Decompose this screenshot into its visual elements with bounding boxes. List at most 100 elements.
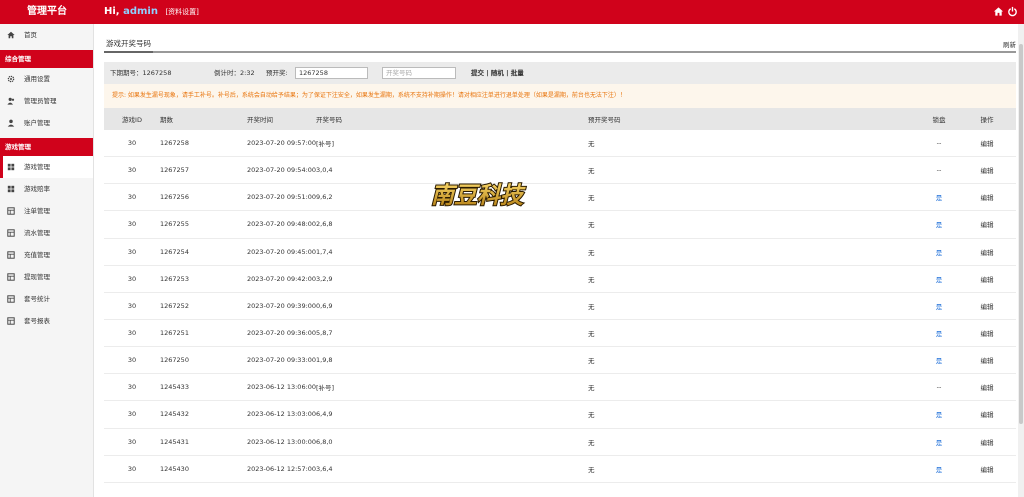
sidebar-section-game[interactable]: 游戏管理: [0, 138, 93, 156]
cell-game-id: 30: [127, 329, 137, 338]
cell-lock[interactable]: 是: [924, 266, 954, 292]
vertical-scrollbar[interactable]: [1018, 24, 1024, 497]
table-row: 30 1267255 2023-07-20 09:48:00 2,6,8 无 是编辑: [104, 211, 1016, 239]
cell-draw-time: 2023-06-12 13:06:00: [247, 383, 317, 392]
tab-bar: 游戏开奖号码 刷新: [104, 36, 1016, 53]
draw-number-input[interactable]: [382, 67, 456, 79]
sidebar-item-label: 提现管理: [24, 273, 50, 281]
cell-issue: 1267251: [160, 329, 189, 338]
cell-lock: --: [936, 383, 942, 392]
cell-edit-link[interactable]: 编辑: [972, 320, 1002, 346]
cell-lock[interactable]: 是: [924, 429, 954, 455]
cell-edit-link[interactable]: 编辑: [972, 266, 1002, 292]
tab-game-draw-numbers[interactable]: 游戏开奖号码: [104, 36, 153, 53]
refresh-link[interactable]: 刷新: [1003, 39, 1016, 49]
grid-icon: [7, 185, 15, 193]
cell-draw-time: 2023-07-20 09:42:00: [247, 274, 317, 283]
cell-issue: 1267254: [160, 247, 189, 256]
cell-lock: --: [936, 166, 942, 175]
cell-draw-number: 1,7,4: [316, 247, 333, 256]
cell-edit-link[interactable]: 编辑: [972, 429, 1002, 455]
col-issue: 期数: [160, 116, 173, 124]
sidebar: 首页 综合管理 通用设置 管理员管理 账户管理 游戏管理 游戏管理 游戏赔率 注…: [0, 24, 94, 497]
cell-game-id: 30: [127, 437, 137, 446]
cell-lock: --: [936, 139, 942, 148]
table-icon: [7, 317, 15, 325]
table-icon: [7, 273, 15, 281]
sidebar-item-recharge-management[interactable]: 充值管理: [0, 244, 93, 266]
cell-issue: 1267258: [160, 139, 189, 148]
cell-preset-number: 无: [588, 357, 595, 366]
sidebar-item-withdraw-management[interactable]: 提现管理: [0, 266, 93, 288]
cell-draw-number: 9,6,2: [316, 193, 333, 202]
col-operation: 操作: [980, 116, 994, 124]
cell-draw-time: 2023-07-20 09:57:00: [247, 139, 317, 148]
cell-lock[interactable]: 是: [924, 184, 954, 210]
cell-edit-link[interactable]: 编辑: [972, 401, 1002, 427]
users-icon: [7, 97, 15, 105]
cell-draw-time: 2023-06-12 13:03:00: [247, 410, 317, 419]
col-preset-number: 预开奖号码: [588, 116, 621, 124]
sidebar-item-label: 首页: [24, 31, 37, 39]
cell-edit-link[interactable]: 编辑: [972, 239, 1002, 265]
cell-draw-number: 6,8,0: [316, 437, 333, 446]
scrollbar-thumb[interactable]: [1019, 44, 1023, 424]
table-body: 30 1267258 2023-07-20 09:57:00 [补号] 无 -- 编辑 30 1…: [104, 130, 1016, 483]
cell-lock[interactable]: 是: [924, 401, 954, 427]
cell-lock[interactable]: 是: [924, 456, 954, 482]
home-icon[interactable]: [993, 6, 1004, 17]
cell-edit-link[interactable]: 编辑: [972, 293, 1002, 319]
cell-edit-link[interactable]: 编辑: [972, 130, 1002, 156]
cell-lock[interactable]: 是: [924, 293, 954, 319]
top-header: 管理平台 Hi, admin [资料设置]: [0, 0, 1024, 24]
cell-edit-link[interactable]: 编辑: [972, 184, 1002, 210]
cell-issue: 1245433: [160, 383, 189, 392]
sidebar-item-game-management[interactable]: 游戏管理: [0, 156, 93, 178]
cell-edit-link[interactable]: 编辑: [972, 347, 1002, 373]
sidebar-item-game-odds[interactable]: 游戏赔率: [0, 178, 93, 200]
table-row: 30 1267250 2023-07-20 09:33:00 1,9,8 无 是编辑: [104, 347, 1016, 375]
username: admin: [123, 6, 158, 17]
sidebar-item-general-settings[interactable]: 通用设置: [0, 68, 93, 90]
cell-lock[interactable]: 是: [924, 211, 954, 237]
sidebar-item-package-stats[interactable]: 套号统计: [0, 288, 93, 310]
sidebar-item-home[interactable]: 首页: [0, 24, 93, 46]
cell-draw-time: 2023-07-20 09:51:00: [247, 193, 317, 202]
submit-random-batch-actions[interactable]: 提交 | 随机 | 批量: [471, 62, 524, 84]
grid-icon: [7, 163, 15, 171]
cell-preset-number: 无: [588, 302, 595, 311]
table-row: 30 1245432 2023-06-12 13:03:00 6,4,9 无 是编辑: [104, 401, 1016, 429]
cell-issue: 1267257: [160, 166, 189, 175]
table-row: 30 1267252 2023-07-20 09:39:00 0,6,9 无 是编辑: [104, 293, 1016, 320]
table-row: 30 1245431 2023-06-12 13:00:00 6,8,0 无 是编辑: [104, 429, 1016, 456]
power-icon[interactable]: [1007, 6, 1018, 17]
sidebar-item-flow-management[interactable]: 流水管理: [0, 222, 93, 244]
profile-settings-link[interactable]: [资料设置]: [165, 8, 198, 16]
cell-draw-number: 6,4,9: [316, 410, 333, 419]
table-icon: [7, 295, 15, 303]
sidebar-item-admin-management[interactable]: 管理员管理: [0, 90, 93, 112]
sidebar-section-general[interactable]: 综合管理: [0, 50, 93, 68]
cell-draw-number: 1,9,8: [316, 356, 333, 365]
cell-draw-time: 2023-06-12 12:57:00: [247, 464, 317, 473]
sidebar-item-package-report[interactable]: 套号报表: [0, 310, 93, 332]
cell-edit-link[interactable]: 编辑: [972, 157, 1002, 183]
col-draw-time: 开奖时间: [247, 116, 273, 124]
cell-draw-number: 3,6,4: [316, 464, 333, 473]
sidebar-item-account-management[interactable]: 账户管理: [0, 112, 93, 134]
sidebar-item-label: 流水管理: [24, 229, 50, 237]
table-header: 游戏ID 期数 开奖时间 开奖号码 预开奖号码 锁盘 操作: [104, 108, 1016, 130]
cell-game-id: 30: [127, 247, 137, 256]
cell-lock[interactable]: 是: [924, 347, 954, 373]
brand-title: 管理平台: [27, 6, 67, 17]
cell-lock[interactable]: 是: [924, 239, 954, 265]
cell-edit-link[interactable]: 编辑: [972, 211, 1002, 237]
sidebar-item-bet-management[interactable]: 注单管理: [0, 200, 93, 222]
cell-lock[interactable]: 是: [924, 320, 954, 346]
cell-edit-link[interactable]: 编辑: [972, 374, 1002, 400]
cell-issue: 1267252: [160, 301, 189, 310]
draw-toolbar: 下期期号：1267258 倒计时：2:32 预开奖: 提交 | 随机 | 批量: [104, 62, 1016, 84]
cell-edit-link[interactable]: 编辑: [972, 456, 1002, 482]
draw-table: 游戏ID 期数 开奖时间 开奖号码 预开奖号码 锁盘 操作 30 1267258 2…: [104, 108, 1016, 483]
preset-issue-input[interactable]: [295, 67, 368, 79]
